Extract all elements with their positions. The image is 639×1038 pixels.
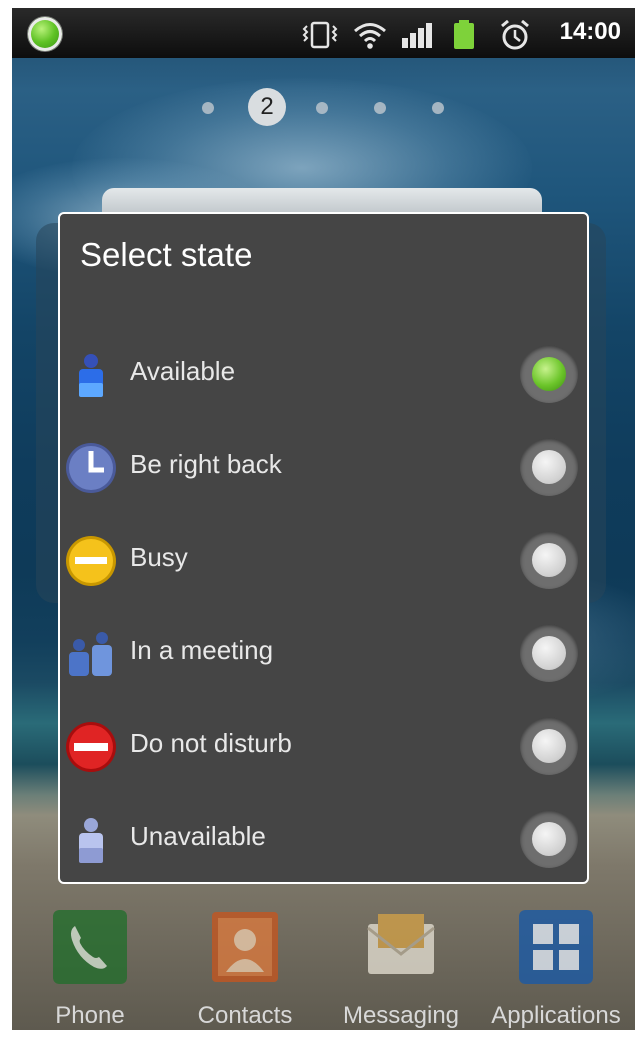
battery-icon — [454, 20, 474, 49]
radio-button[interactable] — [520, 717, 578, 775]
state-option-available[interactable]: Available — [60, 328, 587, 421]
state-option-do-not-disturb[interactable]: Do not disturb — [60, 700, 587, 793]
do-not-disturb-red-icon — [66, 722, 116, 772]
alarm-icon — [501, 20, 529, 50]
people-meeting-icon — [69, 632, 112, 676]
radio-button[interactable] — [520, 810, 578, 868]
dock-item-messaging[interactable]: Messaging — [331, 910, 471, 1030]
signal-icon — [402, 23, 432, 48]
person-pale-icon — [79, 818, 103, 863]
home-screen: 14:00 2 Select state Available Be right … — [12, 8, 635, 1030]
page-dot[interactable] — [374, 102, 386, 114]
person-blue-icon — [79, 354, 103, 397]
clock-time: 14:00 — [559, 18, 621, 45]
vibrate-icon — [302, 21, 338, 49]
clock-icon — [66, 443, 116, 493]
state-option-label: In a meeting — [130, 635, 274, 665]
applications-grid-icon[interactable] — [519, 910, 593, 984]
messaging-icon[interactable] — [364, 910, 438, 984]
state-option-label: Do not disturb — [130, 728, 292, 758]
state-option-label: Busy — [130, 542, 188, 572]
dock-item-phone[interactable]: Phone — [20, 910, 160, 1030]
wifi-icon — [354, 23, 386, 49]
page-dot[interactable] — [202, 102, 214, 114]
current-page-indicator[interactable]: 2 — [248, 88, 286, 126]
dock-label: Applications — [491, 1002, 621, 1029]
state-option-be-right-back[interactable]: Be right back — [60, 421, 587, 514]
page-dot[interactable] — [316, 102, 328, 114]
state-option-busy[interactable]: Busy — [60, 514, 587, 607]
phone-icon[interactable] — [53, 910, 127, 984]
status-bar: 14:00 — [12, 8, 635, 58]
radio-button[interactable] — [520, 624, 578, 682]
contacts-icon[interactable] — [208, 910, 282, 984]
state-option-unavailable[interactable]: Unavailable — [60, 793, 587, 886]
busy-yellow-icon — [66, 536, 116, 586]
dock-label: Contacts — [197, 1002, 293, 1029]
radio-button[interactable] — [520, 438, 578, 496]
dock-item-contacts[interactable]: Contacts — [175, 910, 315, 1030]
page-indicator[interactable]: 2 — [12, 88, 635, 128]
presence-green-icon — [28, 17, 62, 51]
dock-item-applications[interactable]: Applications — [486, 910, 626, 1030]
radio-button-selected[interactable] — [520, 345, 578, 403]
state-option-in-a-meeting[interactable]: In a meeting — [60, 607, 587, 700]
radio-button[interactable] — [520, 531, 578, 589]
select-state-dialog: Select state Available Be right back Bus… — [58, 212, 589, 884]
dock-label: Phone — [55, 1002, 125, 1029]
app-dock: Phone Contacts Messaging Applications — [12, 898, 635, 1030]
state-option-label: Available — [130, 356, 236, 386]
state-option-label: Be right back — [130, 449, 282, 479]
page-dot[interactable] — [432, 102, 444, 114]
dock-label: Messaging — [342, 1002, 460, 1029]
dialog-title: Select state — [80, 236, 253, 273]
state-option-label: Unavailable — [130, 821, 266, 851]
